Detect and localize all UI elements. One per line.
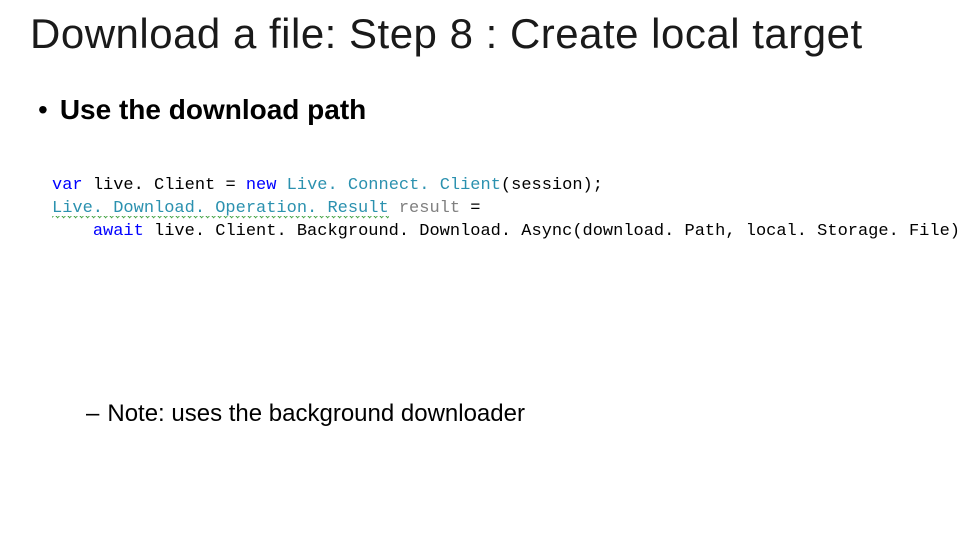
paren-open: ( [572,222,582,241]
code-line-1: var live. Client = new Live. Connect. Cl… [52,176,603,195]
paren-open: ( [501,176,511,195]
type-liveconnectclient: Live. Connect. Client [287,176,501,195]
bullet-text: Use the download path [60,94,366,126]
code-line-3: await live. Client. Background. Download… [52,222,960,241]
call-bgdownload: live. Client. Background. Download. Asyn… [154,222,572,241]
type-downloadresult: Live. Download. Operation. Result [52,199,389,219]
paren-close: ); [950,222,960,241]
bullet-marker: • [38,96,48,124]
sub-bullet-text: Note: uses the background downloader [107,400,525,428]
sub-bullet-item: – Note: uses the background downloader [86,400,525,428]
id-live: live. [93,176,154,195]
kw-new: new [246,176,277,195]
code-line-2: Live. Download. Operation. Result result… [52,199,480,219]
kw-var: var [52,176,83,195]
slide-title: Download a file: Step 8 : Create local t… [30,10,863,58]
comma: , [725,222,745,241]
id-client: Client [154,176,215,195]
sub-bullet-marker: – [86,400,99,428]
code-block: var live. Client = new Live. Connect. Cl… [52,152,960,267]
op-eq: = [470,199,480,218]
id-result: result [399,199,460,218]
slide: Download a file: Step 8 : Create local t… [0,0,960,540]
arg-session: session [511,176,582,195]
bullet-item: • Use the download path [38,94,366,126]
arg-localfile: local. Storage. File [746,222,950,241]
kw-await: await [93,222,144,241]
arg-downloadpath: download. Path [583,222,726,241]
paren-close: ); [583,176,603,195]
op-eq: = [225,176,235,195]
